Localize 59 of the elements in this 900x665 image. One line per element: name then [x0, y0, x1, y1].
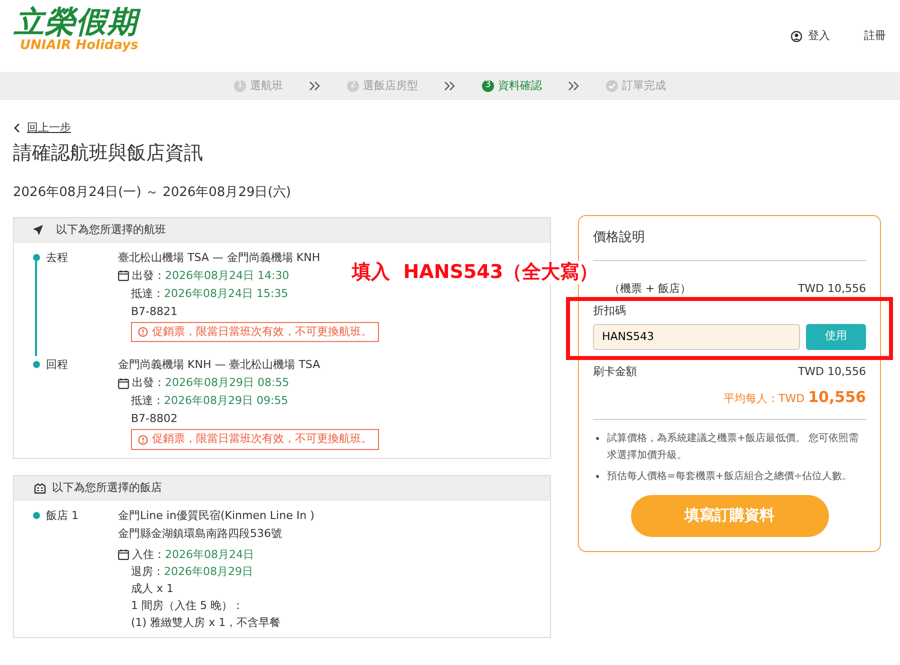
- depart-time: 出發：2026年08月24日 14:30: [132, 268, 290, 284]
- chevrons-icon: [444, 81, 456, 91]
- login-link[interactable]: 登入: [808, 28, 830, 44]
- notice-text: 促銷票，限當日當班次有效，不可更換航班。: [152, 431, 372, 448]
- average-price: 平均每人：TWD 10,556: [724, 392, 866, 405]
- warning-icon: [138, 434, 148, 445]
- user-icon: [791, 30, 802, 42]
- calendar-icon: [118, 549, 129, 560]
- route-text: 臺北松山機場 TSA — 金門尚義機場 KNH: [118, 250, 320, 264]
- logo-subtitle: UNIAIR Holidays: [20, 38, 138, 54]
- hotel-address: 金門縣金湖鎮環島南路四段536號: [118, 526, 283, 542]
- step-label: 資料確認: [498, 78, 542, 94]
- step-label: 訂單完成: [622, 78, 666, 94]
- calendar-icon: [118, 378, 129, 389]
- check-icon: [606, 80, 618, 92]
- logo-title: 立榮假期: [14, 8, 138, 38]
- chevrons-icon: [568, 81, 580, 91]
- step-label: 選飯店房型: [363, 78, 418, 94]
- section-title: 以下為您所選擇的航班: [56, 222, 166, 238]
- note-text: 預估每人價格=每套機票+飯店組合之總價÷佔位人數。: [607, 470, 852, 482]
- plane-icon: [32, 224, 44, 236]
- step-number: 3: [482, 80, 494, 92]
- total-label: （機票 + 飯店）: [609, 280, 692, 296]
- leg-label: 去程: [46, 250, 68, 264]
- route-text: 金門尚義機場 KNH — 臺北松山機場 TSA: [118, 358, 320, 372]
- discount-field[interactable]: HANS543: [593, 324, 800, 350]
- card-amount: TWD 10,556: [798, 364, 866, 380]
- page-title: 請確認航班與飯店資訊: [13, 140, 204, 166]
- booking-detail: 成人 x 1: [131, 581, 175, 598]
- arrive-time: 抵達：2026年08月24日 15:35: [131, 286, 290, 302]
- warning-icon: [138, 326, 148, 337]
- step-label: 選航班: [250, 78, 283, 94]
- checkout-date: 退房：2026年08月29日: [131, 564, 254, 580]
- back-icon: [13, 123, 21, 134]
- checkin-date: 入住：2026年08月24日: [132, 547, 254, 564]
- price-title: 價格說明: [593, 229, 646, 247]
- back-link[interactable]: 回上一步: [27, 120, 71, 136]
- calendar-icon: [118, 270, 129, 282]
- timeline-dot: [32, 361, 40, 368]
- total-amount: TWD 10,556: [798, 280, 866, 296]
- card-amount-label: 刷卡金額: [593, 364, 637, 380]
- hotel-name: 金門Line in優質民宿(Kinmen Line In ): [118, 508, 314, 524]
- leg-label: 回程: [46, 358, 68, 372]
- chevrons-icon: [309, 81, 321, 91]
- note-text: 試算價格，為系統建議之機票+飯店最低價。 您可依照需求選擇加價升級。: [607, 432, 859, 460]
- booking-detail: 1 間房（入住 5 晚）：: [131, 598, 244, 614]
- notice-text: 促銷票，限當日當班次有效，不可更換航班。: [152, 324, 372, 340]
- register-link[interactable]: 註冊: [864, 28, 886, 44]
- flight-number: B7-8802: [131, 411, 179, 428]
- timeline-dot: [32, 512, 40, 520]
- booking-detail: (1) 雅緻雙人房 x 1，不含早餐: [131, 615, 282, 632]
- building-icon: [34, 483, 46, 494]
- arrive-time: 抵達：2026年08月29日 09:55: [131, 393, 290, 410]
- section-title: 以下為您所選擇的飯店: [52, 480, 162, 496]
- discount-label: 折扣碼: [593, 303, 626, 319]
- date-range: 2026年08月24日(一) ～ 2026年08月29日(六): [13, 184, 292, 202]
- flight-number: B7-8821: [131, 304, 179, 320]
- depart-time: 出發：2026年08月29日 08:55: [132, 375, 290, 392]
- hotel-label: 飯店 1: [46, 509, 78, 522]
